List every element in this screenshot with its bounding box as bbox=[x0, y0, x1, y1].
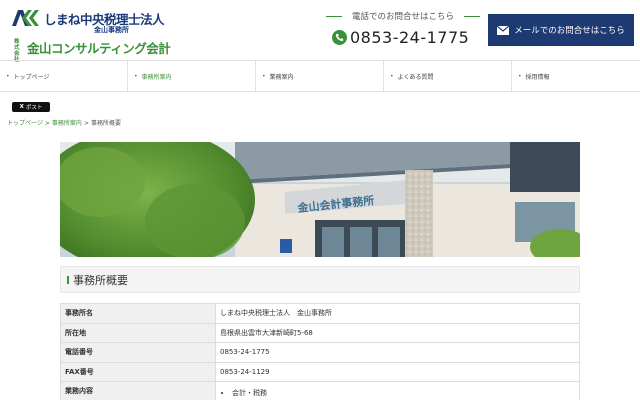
section-heading: 事務所概要 bbox=[60, 266, 580, 293]
breadcrumb-separator: > bbox=[44, 120, 50, 127]
service-list: 会計・税務 bbox=[220, 388, 575, 398]
row-value: 0853-24-1775 bbox=[215, 342, 580, 363]
bullet-icon: • bbox=[134, 72, 138, 80]
table-row: 事務所名 しまね中央税理士法人 金山事務所 bbox=[60, 303, 580, 324]
row-label: 業務内容 bbox=[60, 381, 216, 400]
mail-icon bbox=[497, 25, 510, 35]
nav-item-faq[interactable]: • よくある質問 bbox=[384, 61, 512, 91]
nav-item-office-guide[interactable]: • 事務所案内 bbox=[128, 61, 256, 91]
row-label: FAX番号 bbox=[60, 361, 216, 382]
nav-item-label: 業務案内 bbox=[269, 73, 294, 81]
section-title: 事務所概要 bbox=[73, 273, 128, 287]
office-building-photo: 金山会計事務所 bbox=[60, 142, 580, 257]
nav-item-label: 採用情報 bbox=[525, 73, 550, 81]
breadcrumb-separator: > bbox=[83, 120, 89, 127]
global-nav: • トップページ • 事務所案内 • 業務案内 • よくある質問 • 採用情報 bbox=[0, 60, 640, 92]
x-logo-icon: X bbox=[19, 104, 24, 110]
nav-item-label: トップページ bbox=[13, 73, 50, 81]
heading-accent-bar bbox=[67, 275, 69, 284]
tel-contact: 電話でのお問合せはこちら 0853-24-1775 bbox=[326, 10, 480, 50]
tel-number: 0853-24-1775 bbox=[350, 27, 470, 47]
bullet-icon: • bbox=[390, 72, 394, 80]
office-info-table: 事務所名 しまね中央税理士法人 金山事務所 所在地 島根県出雲市大津新崎町5-6… bbox=[60, 303, 580, 400]
table-row: 電話番号 0853-24-1775 bbox=[60, 342, 580, 363]
breadcrumb-home-link[interactable]: トップページ bbox=[7, 120, 43, 127]
row-value: 島根県出雲市大津新崎町5-68 bbox=[215, 322, 580, 343]
breadcrumb-parent-link[interactable]: 事務所案内 bbox=[52, 120, 82, 127]
mail-button-label: メールでのお問合せはこちら bbox=[514, 26, 625, 36]
office-photo-illustration: 金山会計事務所 bbox=[60, 142, 580, 257]
list-item: 会計・税務 bbox=[232, 388, 575, 398]
row-value: 会計・税務 bbox=[215, 381, 580, 400]
breadcrumb: トップページ > 事務所案内 > 事務所概要 bbox=[7, 118, 121, 127]
bullet-icon: • bbox=[6, 72, 10, 80]
table-row: FAX番号 0853-24-1129 bbox=[60, 361, 580, 382]
breadcrumb-current: 事務所概要 bbox=[90, 120, 121, 127]
mail-contact-button[interactable]: メールでのお問合せはこちら bbox=[488, 14, 634, 46]
tel-caption: 電話でのお問合せはこちら bbox=[326, 10, 480, 22]
nav-item-label: よくある質問 bbox=[397, 73, 434, 81]
site-header: しまね中央税理士法人 金山事務所 株式会社 金山コンサルティング会計 電話でのお… bbox=[0, 0, 640, 63]
row-label: 所在地 bbox=[60, 322, 216, 343]
row-value: 0853-24-1129 bbox=[215, 361, 580, 382]
company-name: 金山コンサルティング会計 bbox=[27, 41, 171, 56]
nav-item-services[interactable]: • 業務案内 bbox=[256, 61, 384, 91]
bullet-icon: • bbox=[262, 72, 266, 80]
post-label: ポスト bbox=[25, 105, 43, 111]
table-row: 業務内容 会計・税務 bbox=[60, 381, 580, 400]
nav-item-label: 事務所案内 bbox=[141, 73, 172, 81]
phone-icon bbox=[332, 29, 347, 45]
nav-item-top[interactable]: • トップページ bbox=[0, 61, 128, 91]
row-label: 事務所名 bbox=[60, 303, 216, 324]
nav-item-recruit[interactable]: • 採用情報 bbox=[512, 61, 640, 91]
logo-mark-icon bbox=[12, 10, 39, 26]
bullet-icon: • bbox=[518, 72, 522, 80]
row-value: しまね中央税理士法人 金山事務所 bbox=[215, 303, 580, 324]
x-post-button[interactable]: X ポスト bbox=[12, 102, 50, 112]
row-label: 電話番号 bbox=[60, 342, 216, 363]
office-name: 金山事務所 bbox=[94, 26, 129, 34]
tel-number-row[interactable]: 0853-24-1775 bbox=[332, 26, 482, 48]
site-logo[interactable]: しまね中央税理士法人 金山事務所 株式会社 金山コンサルティング会計 bbox=[12, 8, 171, 63]
table-row: 所在地 島根県出雲市大津新崎町5-68 bbox=[60, 322, 580, 343]
